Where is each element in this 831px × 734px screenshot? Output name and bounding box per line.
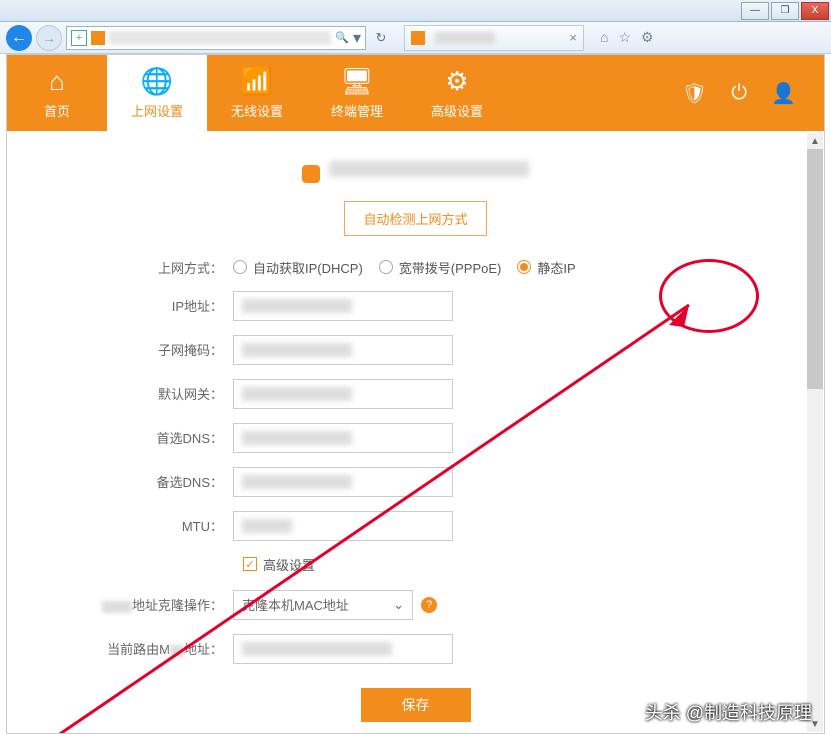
nav-label: 上网设置 <box>131 101 183 120</box>
tab-strip: × <box>404 25 584 51</box>
browser-tab[interactable]: × <box>404 25 584 51</box>
mac-current-input[interactable] <box>233 634 453 664</box>
nav-internet[interactable]: 🌐 上网设置 <box>107 55 207 131</box>
mac-clone-select[interactable]: 克隆本机MAC地址 ⌄ <box>233 590 413 620</box>
advanced-checkbox[interactable]: ✓ <box>243 557 257 571</box>
main-nav: ⌂ 首页 🌐 上网设置 📶 无线设置 🖥 终端管理 ⚙ 高级设置 🛡 ⏻ 👤 <box>7 55 824 131</box>
refresh-button[interactable]: ↻ <box>370 27 392 49</box>
window-titlebar: — ❐ X <box>0 0 831 22</box>
power-icon[interactable]: ⏻ <box>731 82 747 105</box>
sliders-nav-icon: ⚙ <box>445 66 468 97</box>
connection-type-row: 上网方式： 自动获取IP(DHCP) 宽带拨号(PPPoE) 静态IP <box>47 258 784 277</box>
nav-label: 高级设置 <box>431 101 483 120</box>
router-page: ⌂ 首页 🌐 上网设置 📶 无线设置 🖥 终端管理 ⚙ 高级设置 🛡 ⏻ 👤 <box>6 54 825 734</box>
mac-clone-label: 地址克隆操作： <box>47 595 233 614</box>
scroll-thumb[interactable] <box>807 149 823 389</box>
vertical-scrollbar[interactable]: ▲ ▼ <box>807 133 823 732</box>
mac-clone-value: 克隆本机MAC地址 <box>242 595 349 614</box>
close-button[interactable]: X <box>801 2 829 20</box>
dns2-input[interactable] <box>233 467 453 497</box>
dns1-input[interactable] <box>233 423 453 453</box>
help-icon[interactable]: ? <box>421 597 437 613</box>
minimize-button[interactable]: — <box>741 2 769 20</box>
tab-favicon-icon <box>411 31 425 45</box>
nav-advanced[interactable]: ⚙ 高级设置 <box>407 55 507 131</box>
maximize-button[interactable]: ❐ <box>771 2 799 20</box>
radio-static[interactable] <box>517 260 531 274</box>
mtu-label: MTU： <box>47 516 233 535</box>
advanced-checkbox-label: 高级设置 <box>263 555 315 574</box>
radio-dhcp[interactable] <box>233 260 247 274</box>
gateway-label: 默认网关： <box>47 384 233 403</box>
dns1-label: 首选DNS： <box>47 428 233 447</box>
mac-current-label: 当前路由M地址： <box>47 639 233 658</box>
nav-label: 首页 <box>44 101 70 120</box>
devices-nav-icon: 🖥 <box>340 66 373 97</box>
radio-static-label: 静态IP <box>537 258 575 277</box>
page-subtitle <box>47 161 784 183</box>
settings-icon[interactable]: ⚙ <box>641 29 654 46</box>
mask-input[interactable] <box>233 335 453 365</box>
ip-input[interactable] <box>233 291 453 321</box>
shield-icon[interactable]: 🛡 <box>682 81 707 106</box>
nav-label: 无线设置 <box>231 101 283 120</box>
search-icon[interactable]: 🔍 <box>335 31 349 44</box>
security-icon: + <box>71 30 87 46</box>
favicon-icon <box>91 31 105 45</box>
browser-right-icons: ⌂ ☆ ⚙ <box>600 29 654 46</box>
url-text <box>109 31 331 45</box>
gateway-input[interactable] <box>233 379 453 409</box>
tab-close-button[interactable]: × <box>569 30 577 45</box>
nav-home[interactable]: ⌂ 首页 <box>7 55 107 131</box>
browser-toolbar: ← → + 🔍 ▾ ↻ × ⌂ ☆ ⚙ <box>0 22 831 54</box>
tab-title <box>435 32 495 44</box>
globe-nav-icon: 🌐 <box>141 66 173 97</box>
advanced-checkbox-row: ✓ 高级设置 <box>243 555 784 574</box>
forward-button[interactable]: → <box>36 25 62 51</box>
radio-pppoe[interactable] <box>379 260 393 274</box>
mask-label: 子网掩码： <box>47 340 233 359</box>
nav-wireless[interactable]: 📶 无线设置 <box>207 55 307 131</box>
subtitle-badge-icon <box>302 165 320 183</box>
favorites-icon[interactable]: ☆ <box>618 29 631 46</box>
connection-type-radios: 自动获取IP(DHCP) 宽带拨号(PPPoE) 静态IP <box>233 258 586 277</box>
dropdown-icon[interactable]: ▾ <box>353 28 361 48</box>
connection-type-label: 上网方式： <box>47 258 233 277</box>
nav-terminal[interactable]: 🖥 终端管理 <box>307 55 407 131</box>
nav-label: 终端管理 <box>331 101 383 120</box>
user-icon[interactable]: 👤 <box>771 81 796 106</box>
mtu-input[interactable] <box>233 511 453 541</box>
radio-dhcp-label: 自动获取IP(DHCP) <box>253 258 363 277</box>
ip-label: IP地址： <box>47 296 233 315</box>
radio-pppoe-label: 宽带拨号(PPPoE) <box>399 258 502 277</box>
back-button[interactable]: ← <box>6 25 32 51</box>
address-bar[interactable]: + 🔍 ▾ <box>66 26 366 50</box>
scroll-up-icon[interactable]: ▲ <box>807 133 823 149</box>
home-nav-icon: ⌂ <box>49 66 65 97</box>
chevron-down-icon: ⌄ <box>393 597 404 613</box>
home-icon[interactable]: ⌂ <box>600 29 608 46</box>
form-area: 自动检测上网方式 上网方式： 自动获取IP(DHCP) 宽带拨号(PPPoE) … <box>7 131 824 734</box>
save-button[interactable]: 保存 <box>361 688 471 722</box>
subtitle-text <box>329 161 529 177</box>
nav-right: 🛡 ⏻ 👤 <box>682 55 824 131</box>
watermark: 头杀 @制造科技原理 <box>645 699 812 725</box>
dns2-label: 备选DNS： <box>47 472 233 491</box>
wifi-nav-icon: 📶 <box>241 66 273 97</box>
auto-detect-button[interactable]: 自动检测上网方式 <box>344 201 486 236</box>
